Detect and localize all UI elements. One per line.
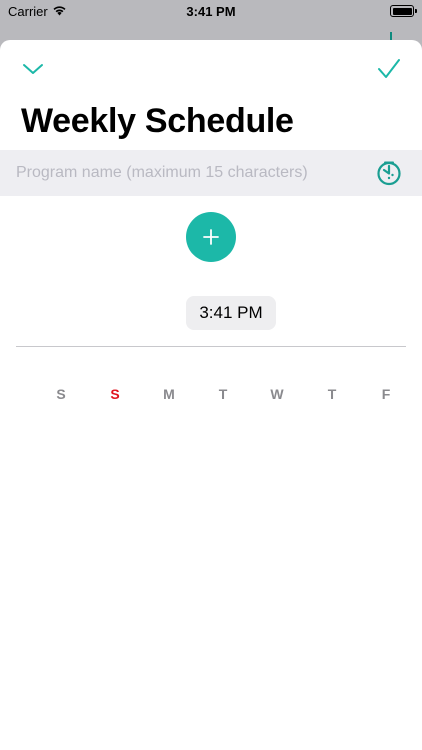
plus-icon: [203, 229, 219, 245]
weekday-friday[interactable]: F: [371, 386, 401, 402]
screen: Carrier 3:41 PM Weekly Schedule Program …: [0, 0, 422, 750]
program-name-row: [0, 150, 422, 196]
weekday-selector: S S M T W T F: [0, 386, 422, 410]
weekday-tuesday[interactable]: T: [208, 386, 238, 402]
battery-icon: [390, 5, 417, 17]
chevron-down-icon: [23, 64, 43, 74]
confirm-button[interactable]: [376, 56, 402, 82]
timer-button[interactable]: [376, 160, 402, 186]
weekday-thursday[interactable]: T: [317, 386, 347, 402]
status-time: 3:41 PM: [186, 4, 236, 19]
weekday-monday[interactable]: M: [154, 386, 184, 402]
page-title: Weekly Schedule: [21, 102, 294, 140]
weekday-sunday-today[interactable]: S: [100, 386, 130, 402]
divider: [16, 346, 406, 347]
time-picker[interactable]: 3:41 PM: [186, 296, 276, 330]
program-name-input[interactable]: [16, 150, 356, 196]
timer-icon: [377, 161, 401, 186]
status-bar: Carrier 3:41 PM: [0, 0, 422, 24]
weekly-schedule-sheet: Weekly Schedule 3:41 PM S S: [0, 40, 422, 750]
checkmark-icon: [378, 59, 400, 78]
dismiss-button[interactable]: [20, 58, 46, 80]
weekday-wednesday[interactable]: W: [262, 386, 292, 402]
weekday-sunday[interactable]: S: [46, 386, 76, 402]
add-button[interactable]: [186, 212, 236, 262]
